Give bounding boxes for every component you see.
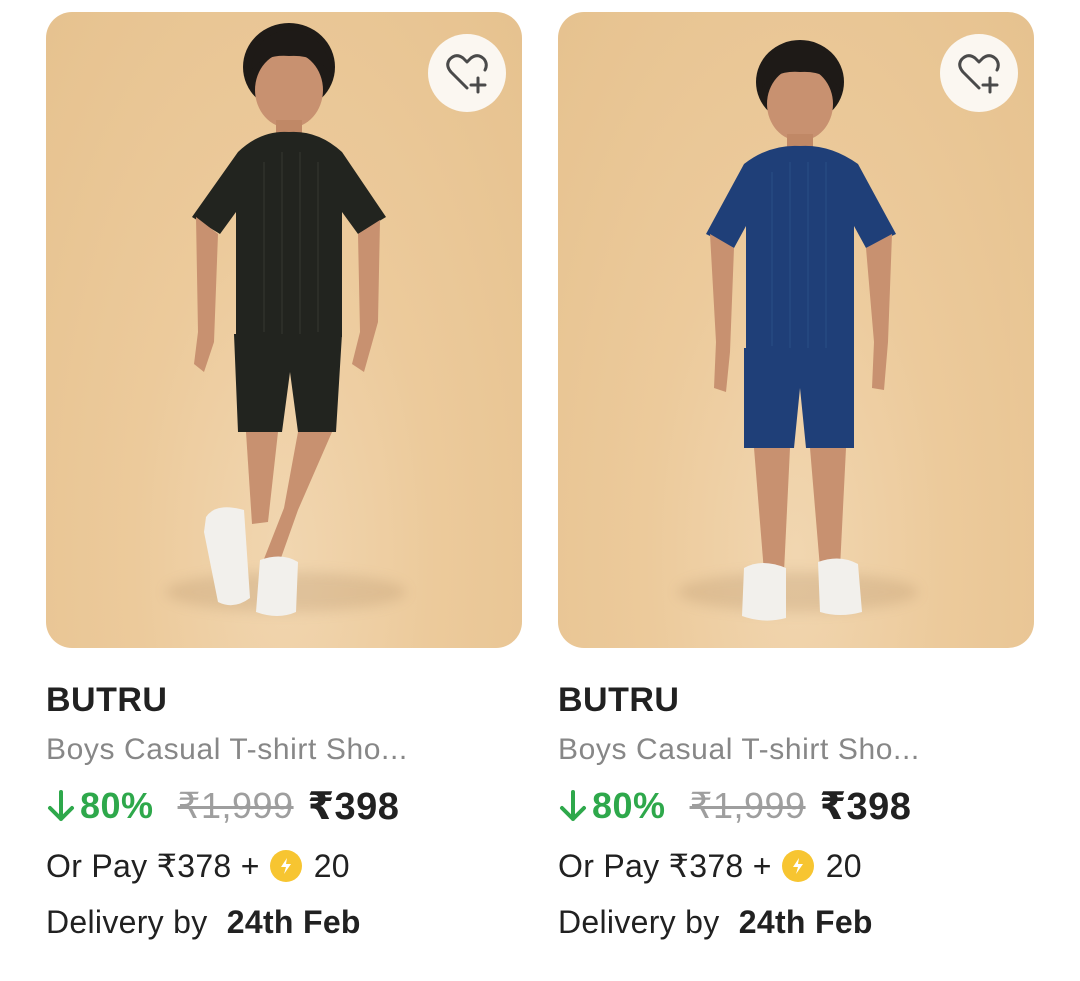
brand-name: BUTRU (558, 681, 680, 719)
delivery-label: Delivery by (46, 904, 208, 940)
discount-percent: 80% (592, 785, 666, 826)
delivery-date: 24th Feb (226, 904, 361, 940)
original-price: ₹1,999 (177, 785, 294, 826)
price-row: 80% ₹1,999 ₹398 (46, 782, 522, 830)
heart-plus-icon (446, 54, 488, 94)
delivery-info: Delivery by 24th Feb (558, 900, 1034, 944)
product-image[interactable] (558, 12, 1034, 648)
brand-name: BUTRU (46, 681, 168, 719)
selling-price: ₹398 (819, 785, 912, 828)
supercoin-offer: Or Pay ₹378 + 20 (558, 844, 1034, 888)
selling-price: ₹398 (307, 785, 400, 828)
product-card[interactable]: BUTRU Boys Casual T-shirt Sho... 80% ₹1,… (46, 12, 522, 944)
coin-count: 20 (313, 847, 350, 884)
wishlist-button[interactable] (428, 34, 506, 112)
delivery-date: 24th Feb (738, 904, 873, 940)
product-title[interactable]: Boys Casual T-shirt Sho... (558, 730, 1034, 770)
pay-amount: Or Pay ₹378 + (558, 848, 772, 884)
arrow-down-icon (48, 790, 74, 821)
delivery-info: Delivery by 24th Feb (46, 900, 522, 944)
arrow-down-icon (560, 790, 586, 821)
supercoin-icon (781, 850, 814, 882)
discount-badge: 80% (46, 785, 154, 827)
delivery-label: Delivery by (558, 904, 720, 940)
supercoin-icon (269, 850, 302, 882)
price-row: 80% ₹1,999 ₹398 (558, 782, 1034, 830)
discount-percent: 80% (80, 785, 154, 826)
product-image[interactable] (46, 12, 522, 648)
supercoin-offer: Or Pay ₹378 + 20 (46, 844, 522, 888)
product-grid: BUTRU Boys Casual T-shirt Sho... 80% ₹1,… (0, 0, 1080, 981)
wishlist-button[interactable] (940, 34, 1018, 112)
coin-count: 20 (825, 847, 862, 884)
heart-plus-icon (958, 54, 1000, 94)
discount-badge: 80% (558, 785, 666, 827)
original-price: ₹1,999 (689, 785, 806, 826)
pay-amount: Or Pay ₹378 + (46, 848, 260, 884)
product-card[interactable]: BUTRU Boys Casual T-shirt Sho... 80% ₹1,… (558, 12, 1034, 944)
product-title[interactable]: Boys Casual T-shirt Sho... (46, 730, 522, 770)
